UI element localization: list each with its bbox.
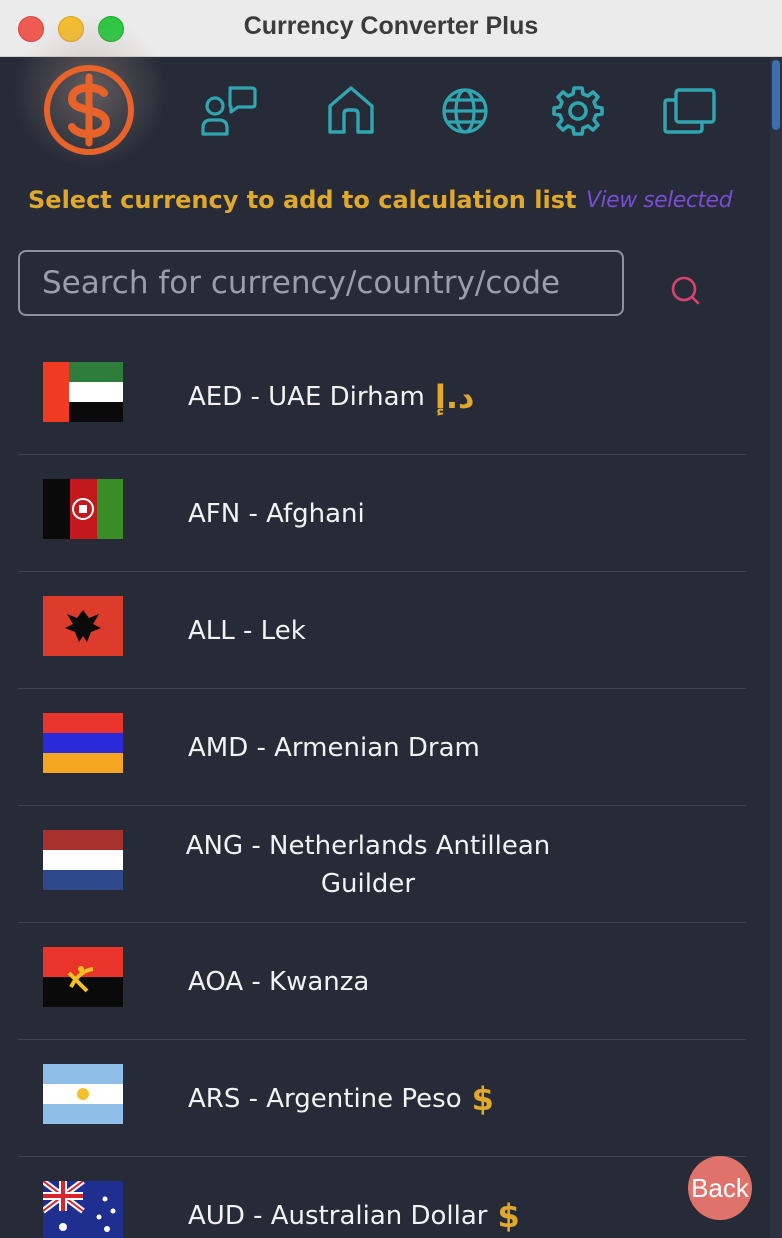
currency-symbol: د.إ (434, 377, 475, 416)
currency-label: AMD - Armenian Dram (188, 732, 480, 763)
copy-windows-icon[interactable] (662, 86, 718, 140)
netherlands-flag-icon (43, 830, 123, 890)
app-window: Currency Converter Plus Select currency … (0, 0, 782, 1238)
angola-flag-icon (43, 947, 123, 1007)
gear-icon[interactable] (552, 84, 604, 140)
afghanistan-flag-icon (43, 479, 123, 539)
view-selected-link[interactable]: View selected (586, 188, 733, 213)
currency-label: AUD - Australian Dollar (188, 1200, 488, 1231)
search-icon[interactable] (666, 272, 706, 312)
scrollbar-thumb[interactable] (772, 60, 780, 130)
dollar-coin-logo-icon[interactable] (42, 63, 136, 161)
select-currency-heading: Select currency to add to calculation li… (28, 186, 577, 214)
top-nav (0, 60, 770, 170)
currency-row-amd[interactable]: AMD - Armenian Dram (18, 689, 746, 806)
currency-symbol: $ (471, 1079, 494, 1118)
scrollbar-track[interactable] (770, 58, 782, 1238)
currency-symbol: $ (497, 1196, 520, 1235)
currency-row-ars[interactable]: ARS - Argentine Peso $ (18, 1040, 746, 1157)
currency-list: AED - UAE Dirham د.إ AFN - Afghani ALL - … (18, 338, 746, 1238)
currency-row-aed[interactable]: AED - UAE Dirham د.إ (18, 338, 746, 455)
currency-row-aoa[interactable]: AOA - Kwanza (18, 923, 746, 1040)
currency-row-afn[interactable]: AFN - Afghani (18, 455, 746, 572)
search-input[interactable] (18, 250, 624, 316)
chat-user-icon[interactable] (200, 84, 258, 142)
currency-row-ang[interactable]: ANG - Netherlands Antillean Guilder (18, 806, 746, 923)
globe-icon[interactable] (440, 86, 490, 140)
currency-row-all[interactable]: ALL - Lek (18, 572, 746, 689)
currency-label: AOA - Kwanza (188, 966, 370, 997)
argentina-flag-icon (43, 1064, 123, 1124)
armenia-flag-icon (43, 713, 123, 773)
uae-flag-icon (43, 362, 123, 422)
currency-label: AFN - Afghani (188, 498, 365, 529)
home-icon[interactable] (326, 84, 376, 140)
back-button[interactable]: Back (688, 1156, 752, 1220)
currency-row-aud[interactable]: AUD - Australian Dollar $ (18, 1157, 746, 1238)
albania-flag-icon (43, 596, 123, 656)
currency-label: ARS - Argentine Peso (188, 1083, 462, 1114)
currency-label: ALL - Lek (188, 615, 306, 646)
currency-label: AED - UAE Dirham (188, 381, 425, 412)
currency-label: ANG - Netherlands Antillean Guilder (185, 830, 551, 899)
australia-flag-icon (43, 1181, 123, 1238)
